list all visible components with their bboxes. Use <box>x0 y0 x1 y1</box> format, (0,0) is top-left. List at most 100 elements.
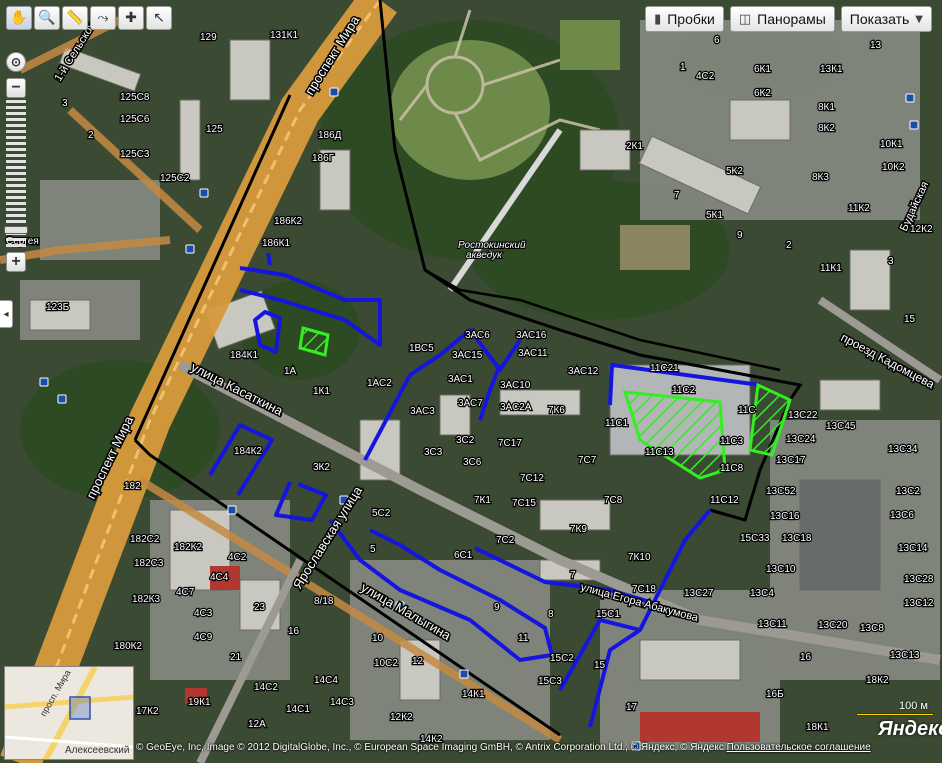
scale-line <box>856 713 934 716</box>
add-object-icon[interactable]: ✚ <box>118 6 144 30</box>
house-number-label: 6 <box>714 35 720 46</box>
house-number-label: 3АС1 <box>448 374 473 385</box>
house-number-label: 23 <box>254 602 266 613</box>
copyright-text: © GeoEye, Inc, Image © 2012 DigitalGlobe… <box>136 742 724 753</box>
house-number-label: 1АС2 <box>367 378 392 389</box>
house-number-label: 8/18 <box>314 596 334 607</box>
overview-minimap[interactable]: просп. Мира Алексеевский <box>4 666 134 760</box>
side-panel-toggle[interactable]: ◂ <box>0 300 13 328</box>
zoom-slider-track[interactable] <box>4 100 28 250</box>
scale-label: 100 м <box>899 700 928 712</box>
house-number-label: 18К1 <box>806 722 829 733</box>
house-number-label: 182К3 <box>132 594 161 605</box>
house-number-label: 13С24 <box>786 434 816 445</box>
house-number-label: 16Б <box>766 689 784 700</box>
house-number-label: 7С12 <box>520 473 544 484</box>
house-number-label: 5К1 <box>706 210 723 221</box>
panoramas-button[interactable]: ◫ Панорамы <box>729 6 835 32</box>
house-number-label: 7К6 <box>548 405 565 416</box>
house-number-label: 1А <box>284 366 297 377</box>
house-number-label: 14К1 <box>462 689 485 700</box>
traffic-button[interactable]: ▮ Пробки <box>645 6 724 32</box>
house-number-label: 11С2 <box>672 385 696 396</box>
house-number-label: 7С17 <box>498 438 522 449</box>
house-number-label: 3К2 <box>313 462 330 473</box>
house-number-label: 15С33 <box>740 533 770 544</box>
house-number-label: 11К2 <box>848 203 870 214</box>
terms-link[interactable]: Пользовательское соглашение <box>727 742 871 753</box>
house-number-label: 3АС3 <box>410 406 435 417</box>
house-number-label: 11К1 <box>820 263 842 274</box>
house-number-label: 186Д <box>318 130 342 141</box>
map-layer-controls: ▮ Пробки ◫ Панорамы Показать ▼ <box>645 6 932 32</box>
route-icon[interactable]: ⤳ <box>90 6 116 30</box>
house-number-label: 180К2 <box>114 641 143 652</box>
house-number-label: 184К2 <box>234 446 263 457</box>
house-number-label: 17 <box>626 702 638 713</box>
house-number-label: 3 <box>888 256 894 267</box>
house-number-label: 1 <box>680 62 686 73</box>
house-number-label: 13С11 <box>758 619 787 630</box>
yandex-logo: Яндекс <box>878 718 942 740</box>
house-number-label: 125С2 <box>160 173 190 184</box>
house-number-label: 125С6 <box>120 114 150 125</box>
house-number-label: 11С <box>738 405 756 416</box>
house-number-label: 4С9 <box>194 632 213 643</box>
cursor-icon[interactable]: ↖ <box>146 6 172 30</box>
house-number-label: 13С27 <box>684 588 714 599</box>
house-number-label: 1К1 <box>313 386 330 397</box>
house-number-label: 13С17 <box>776 455 806 466</box>
house-number-label: 3АС15 <box>452 350 483 361</box>
house-number-label: 13С2 <box>896 486 920 497</box>
ruler-icon[interactable]: 📏 <box>62 6 88 30</box>
house-number-label: 13С6 <box>890 510 914 521</box>
show-button-label: Показать <box>849 11 910 27</box>
zoom-out-button[interactable]: − <box>6 78 26 98</box>
house-number-label: 13С28 <box>904 574 934 585</box>
house-number-label: 7 <box>674 190 680 201</box>
house-number-label: 3АС6 <box>465 330 490 341</box>
house-number-label: 123Б <box>46 302 70 313</box>
house-number-label: 5С2 <box>372 508 391 519</box>
house-number-label: 3С3 <box>424 447 443 458</box>
copyright-notice: © GeoEye, Inc, Image © 2012 DigitalGlobe… <box>136 742 871 753</box>
house-number-label: 182К2 <box>174 542 203 553</box>
house-number-label: 11 <box>518 633 529 644</box>
satellite-map[interactable]: проспект Мира проспект Мира улица Касатк… <box>0 0 942 763</box>
house-number-label: 3С2 <box>456 435 475 446</box>
house-number-label: 13С18 <box>782 533 812 544</box>
house-number-label: 13С34 <box>888 444 918 455</box>
house-number-label: 10 <box>372 633 384 644</box>
house-number-label: 11С12 <box>710 495 739 506</box>
house-number-label: 3АС11 <box>518 348 548 359</box>
house-number-label: 2 <box>88 130 94 141</box>
house-number-label: 11С3 <box>720 436 744 447</box>
house-number-label: 13 <box>870 40 882 51</box>
house-number-label: 125 <box>206 124 223 135</box>
minimap-district-label: Алексеевский <box>65 745 129 756</box>
house-number-label: 10С2 <box>374 658 398 669</box>
house-number-label: 14С2 <box>254 682 278 693</box>
house-number-label: 7С15 <box>512 498 536 509</box>
show-dropdown-button[interactable]: Показать ▼ <box>840 6 932 32</box>
zoom-control: ⊙ − + <box>4 52 28 272</box>
house-number-label: 11С1 <box>605 418 629 429</box>
traffic-button-label: Пробки <box>667 11 715 27</box>
house-number-label: 13С45 <box>826 421 856 432</box>
zoom-slider-handle[interactable] <box>4 226 28 234</box>
house-number-label: 2К1 <box>626 141 643 152</box>
house-number-label: 7С7 <box>578 455 597 466</box>
house-number-label: 8К2 <box>818 123 835 134</box>
house-number-label: 131К1 <box>270 30 299 41</box>
house-number-label: 13С52 <box>766 486 796 497</box>
house-number-label: 186К2 <box>274 216 303 227</box>
zoom-reset-icon[interactable]: ⊙ <box>6 52 26 72</box>
house-number-label: 12А <box>248 719 266 730</box>
house-number-label: 13С16 <box>770 511 800 522</box>
panorama-icon: ◫ <box>738 11 752 27</box>
zoom-in-button[interactable]: + <box>6 252 26 272</box>
hand-icon[interactable]: ✋ <box>6 6 32 30</box>
house-number-label: 7С2 <box>496 535 515 546</box>
house-number-label: 182 <box>124 481 141 492</box>
magnifier-icon[interactable]: 🔍 <box>34 6 60 30</box>
